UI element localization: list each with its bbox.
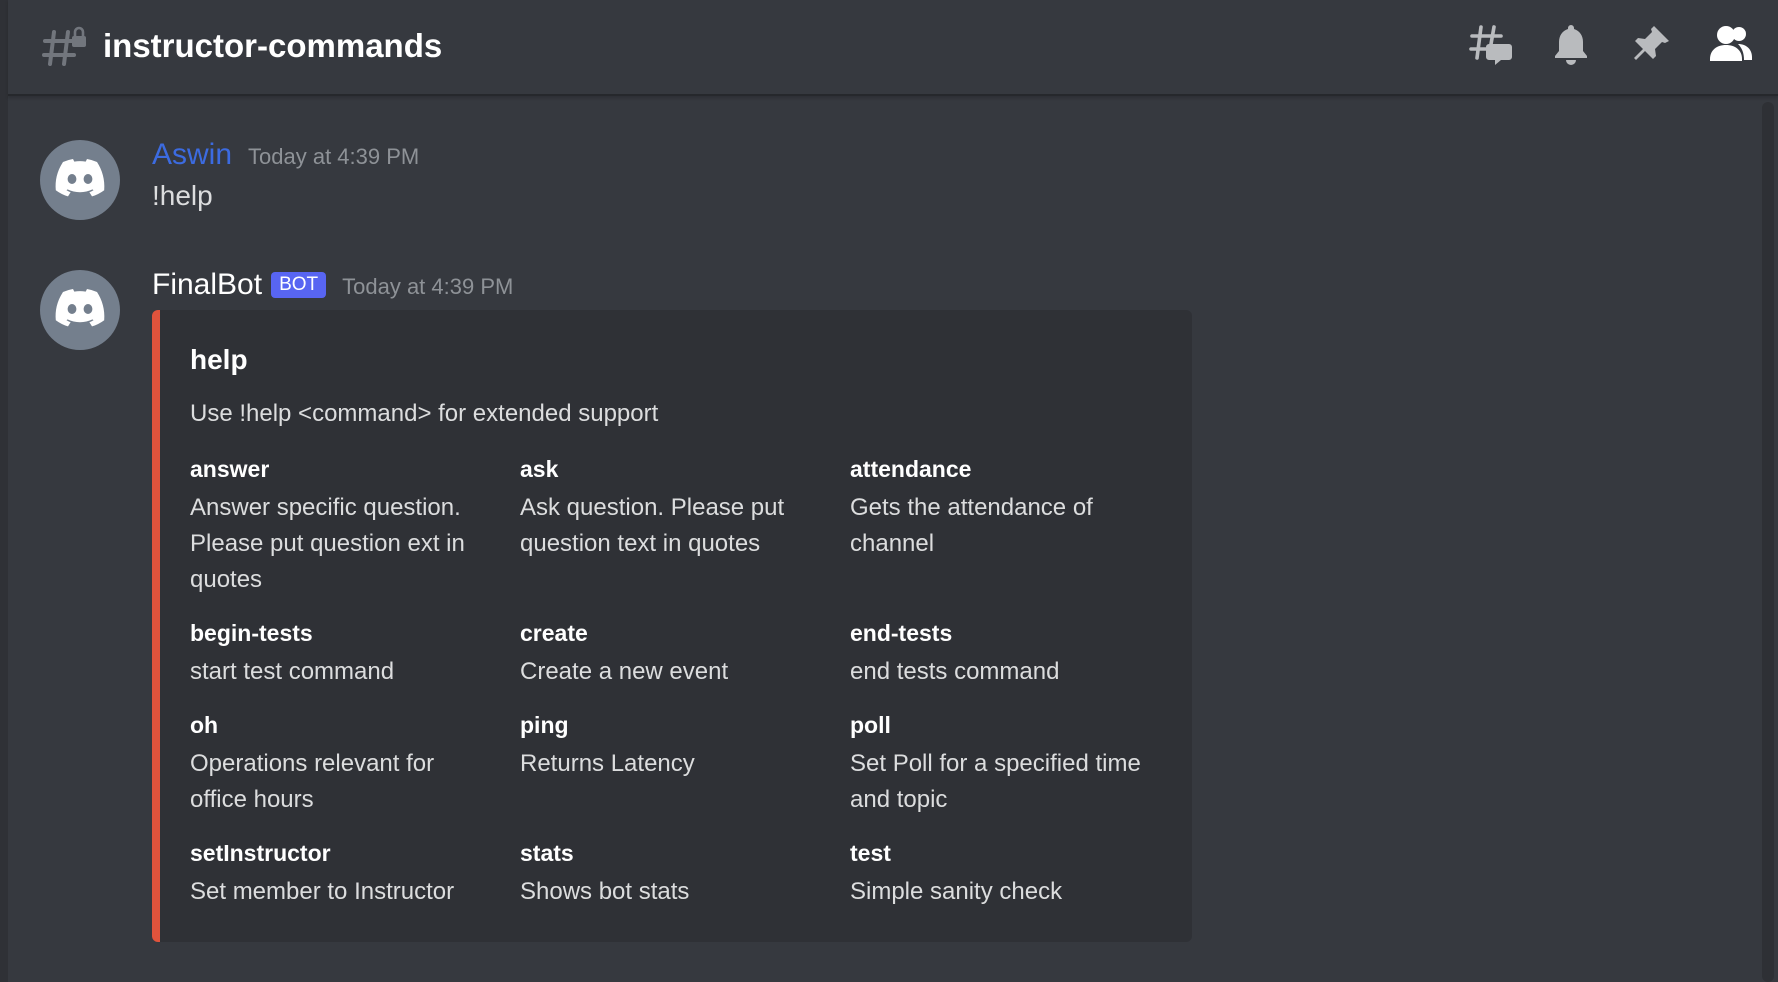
message-header: Aswin Today at 4:39 PM (152, 136, 419, 174)
field-name: poll (850, 712, 891, 738)
field-name: setInstructor (190, 840, 331, 866)
message-list: Aswin Today at 4:39 PM !help FinalBot BO… (8, 96, 1748, 982)
field-name: attendance (850, 456, 972, 482)
members-icon (1708, 23, 1754, 70)
field-name: answer (190, 456, 270, 482)
embed-field: test Simple sanity check (850, 838, 1150, 910)
message-aswin: Aswin Today at 4:39 PM !help (8, 136, 1728, 226)
field-value: Shows bot stats (520, 878, 690, 905)
embed-field: end-tests end tests command (850, 618, 1150, 690)
field-name: create (520, 620, 588, 646)
embed-field: begin-tests start test command (190, 618, 490, 690)
discord-app: instructor-commands Aswin Today at 4:39 … (0, 0, 1778, 982)
hashtag-lock-icon (42, 24, 88, 70)
embed-field: answer Answer specific question. Please … (190, 454, 490, 598)
embed-title: help (190, 344, 248, 375)
embed-field: ask Ask question. Please put question te… (520, 454, 820, 562)
field-value: Operations relevant for office hours (190, 750, 435, 813)
message-content: !help (152, 180, 213, 211)
embed-field: setInstructor Set member to Instructor (190, 838, 490, 910)
embed-description: Use !help <command> for extended support (190, 400, 659, 427)
message-finalbot: FinalBot BOT Today at 4:39 PM help Use !… (8, 266, 1728, 966)
username[interactable]: FinalBot (152, 266, 262, 304)
field-value: Ask question. Please put question text i… (520, 494, 785, 557)
embed-field: create Create a new event (520, 618, 820, 690)
field-value: Gets the attendance of channel (850, 494, 1093, 557)
message-header: FinalBot BOT Today at 4:39 PM (152, 266, 513, 304)
field-name: test (850, 840, 891, 866)
field-name: begin-tests (190, 620, 313, 646)
field-value: end tests command (850, 658, 1060, 685)
field-value: start test command (190, 658, 395, 685)
header-toolbar (1468, 22, 1754, 70)
field-value: Create a new event (520, 658, 729, 685)
pinned-messages-button[interactable] (1628, 23, 1674, 69)
field-name: ping (520, 712, 569, 738)
embed-field: oh Operations relevant for office hours (190, 710, 490, 818)
channel-name: instructor-commands (103, 27, 443, 64)
embed-field: attendance Gets the attendance of channe… (850, 454, 1150, 562)
bot-badge: BOT (271, 272, 327, 298)
discord-logo-icon (55, 288, 105, 332)
field-name: end-tests (850, 620, 953, 646)
discord-logo-icon (55, 158, 105, 202)
embed-field: poll Set Poll for a specified time and t… (850, 710, 1150, 818)
field-name: oh (190, 712, 219, 738)
field-value: Answer specific question. Please put que… (190, 494, 465, 593)
timestamp: Today at 4:39 PM (248, 144, 420, 169)
field-name: ask (520, 456, 559, 482)
timestamp: Today at 4:39 PM (342, 274, 514, 299)
embed-field: ping Returns Latency (520, 710, 820, 782)
pin-icon (1630, 23, 1672, 70)
embed-field: stats Shows bot stats (520, 838, 820, 910)
chat-scrollbar[interactable] (1762, 102, 1774, 982)
avatar[interactable] (40, 270, 120, 350)
bell-icon (1551, 22, 1591, 71)
field-value: Set Poll for a specified time and topic (850, 750, 1141, 813)
threads-icon (1469, 22, 1513, 71)
member-list-button[interactable] (1708, 23, 1754, 69)
threads-button[interactable] (1468, 23, 1514, 69)
field-name: stats (520, 840, 574, 866)
avatar[interactable] (40, 140, 120, 220)
channel-header: instructor-commands (8, 0, 1778, 96)
field-value: Simple sanity check (850, 878, 1063, 905)
username[interactable]: Aswin (152, 136, 232, 174)
field-value: Returns Latency (520, 750, 695, 777)
field-value: Set member to Instructor (190, 878, 455, 905)
help-embed: help Use !help <command> for extended su… (152, 310, 1192, 942)
notifications-button[interactable] (1548, 23, 1594, 69)
server-sidebar-edge (0, 0, 8, 982)
